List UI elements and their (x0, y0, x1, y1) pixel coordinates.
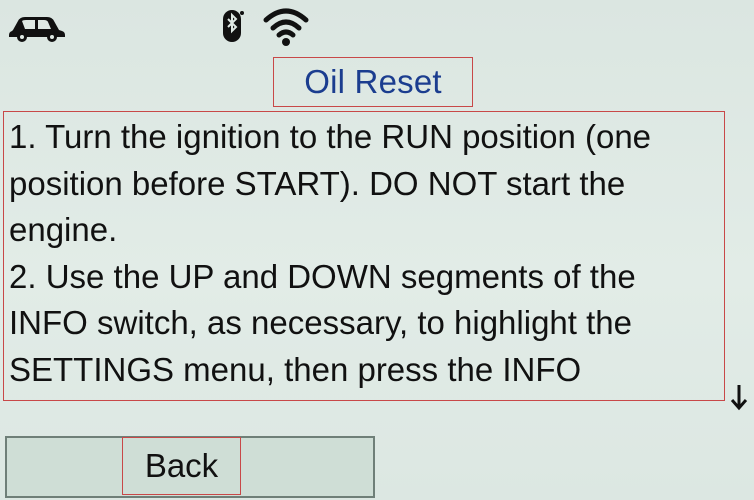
instructions-text: 1. Turn the ignition to the RUN position… (9, 118, 652, 388)
instructions-panel[interactable]: 1. Turn the ignition to the RUN position… (3, 111, 725, 401)
wifi-icon (263, 8, 309, 46)
car-icon (9, 17, 65, 42)
back-label-box[interactable]: Back (122, 437, 241, 495)
screen-title: Oil Reset (304, 63, 442, 100)
scroll-down-arrow-icon[interactable] (728, 382, 750, 412)
back-button-label: Back (144, 447, 219, 484)
screen-title-box: Oil Reset (273, 57, 473, 107)
display-screen: Oil Reset 1. Turn the ignition to the RU… (0, 0, 754, 500)
bluetooth-icon (223, 10, 244, 42)
status-bar (0, 0, 754, 52)
